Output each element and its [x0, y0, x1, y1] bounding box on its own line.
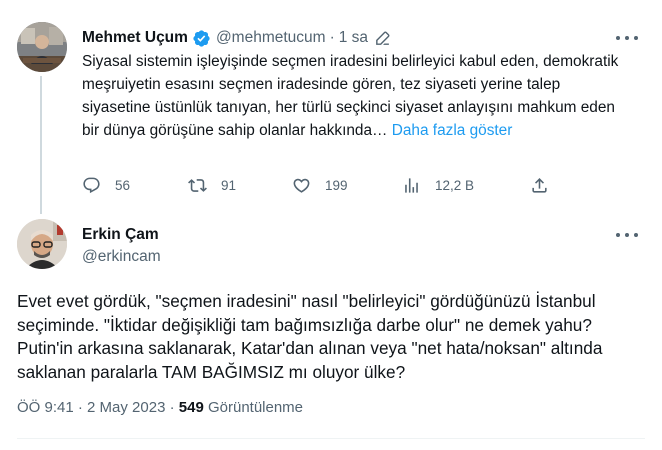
views-button[interactable]: 12,2 B [402, 172, 474, 198]
author-handle[interactable]: @mehmetucum [216, 29, 326, 47]
thread-line [40, 76, 42, 214]
avatar[interactable] [17, 219, 67, 269]
tweet-actions: 56 91 199 12,2 B [82, 172, 552, 198]
more-options-button[interactable] [616, 36, 638, 42]
more-options-button[interactable] [616, 233, 638, 239]
views-count: 549 [178, 399, 204, 416]
separator: · [329, 29, 335, 46]
verified-badge-icon [193, 29, 210, 47]
more-horizontal-icon [616, 36, 620, 40]
divider [17, 438, 645, 439]
tweet-text-content: Siyasal sistemin işleyişinde seçmen irad… [82, 53, 619, 139]
parent-tweet[interactable]: Mehmet Uçum @mehmetucum · 1 sa Siyasal s… [0, 0, 662, 214]
retweet-icon [188, 178, 207, 192]
share-button[interactable] [530, 172, 549, 198]
tweet-text: Siyasal sistemin işleyişinde seçmen irad… [82, 50, 627, 142]
reply-icon [83, 177, 100, 193]
author-name[interactable]: Mehmet Uçum [82, 29, 188, 47]
like-count: 199 [325, 177, 348, 193]
tweet-header: Mehmet Uçum @mehmetucum · 1 sa [82, 28, 391, 48]
retweet-count: 91 [221, 177, 237, 193]
author-name[interactable]: Erkin Çam [82, 226, 159, 244]
tweet-meta: ÖÖ 9:41 · 2 May 2023 · 549 Görüntülenme [17, 399, 303, 416]
tweet-time[interactable]: 1 sa [339, 29, 368, 47]
tweet-timestamp[interactable]: ÖÖ 9:41 · 2 May 2023 [17, 399, 165, 416]
author-handle[interactable]: @erkincam [82, 248, 161, 266]
analytics-icon [405, 177, 418, 193]
show-more-link[interactable]: Daha fazla göster [392, 122, 513, 139]
retweet-button[interactable]: 91 [188, 172, 236, 198]
views-count: 12,2 B [435, 177, 475, 193]
like-button[interactable]: 199 [292, 172, 348, 198]
tweet-text: Evet evet gördük, "seçmen iradesini" nas… [17, 291, 603, 382]
pencil-icon[interactable] [374, 30, 391, 47]
share-icon [532, 177, 547, 193]
more-horizontal-icon [616, 233, 620, 237]
heart-icon [293, 178, 310, 193]
reply-count: 56 [115, 177, 131, 193]
separator: · [169, 399, 175, 416]
avatar[interactable] [17, 22, 67, 72]
views-label: Görüntülenme [207, 399, 304, 416]
reply-button[interactable]: 56 [82, 172, 130, 198]
